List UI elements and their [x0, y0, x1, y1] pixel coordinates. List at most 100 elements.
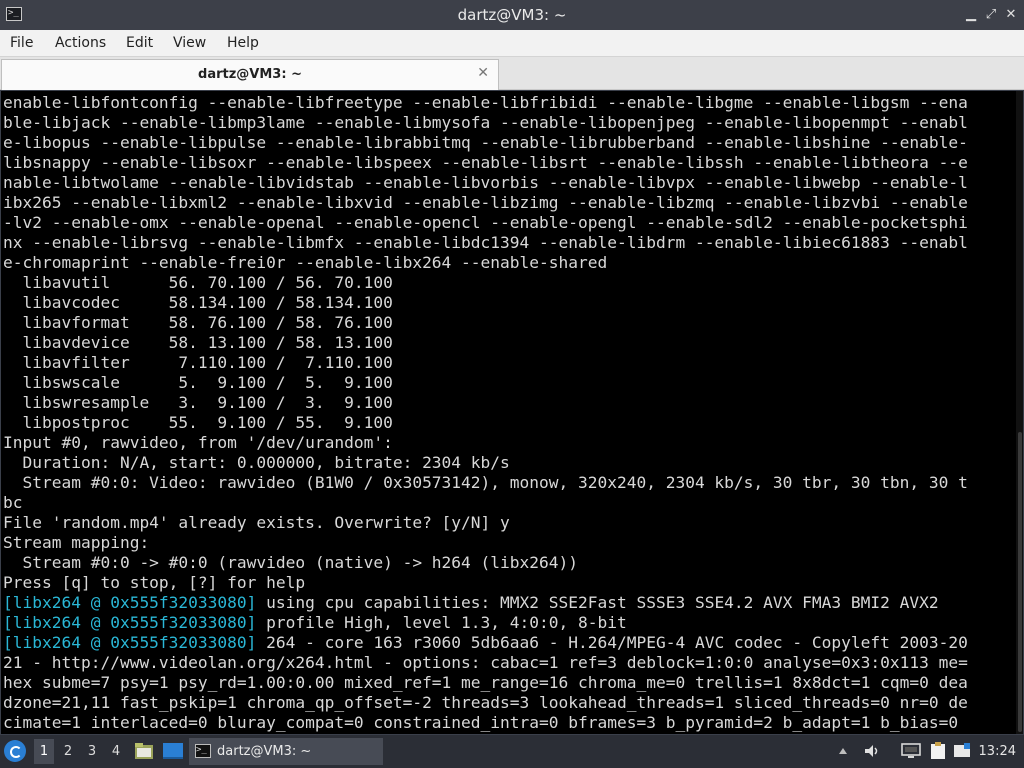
- line-text: libpostproc 55. 9.100 / 55. 9.100: [3, 413, 393, 432]
- close-button[interactable]: ✕: [1000, 0, 1022, 30]
- volume-icon[interactable]: [862, 742, 882, 760]
- line-text: e-libopus --enable-libpulse --enable-lib…: [3, 133, 968, 152]
- terminal-line: libavfilter 7.110.100 / 7.110.100: [3, 353, 968, 373]
- menu-help[interactable]: Help: [227, 30, 259, 56]
- log-tag: [libx264 @ 0x555f32033080]: [3, 613, 257, 632]
- terminal-line: ble-libjack --enable-libmp3lame --enable…: [3, 113, 968, 133]
- minimize-button[interactable]: ▁: [960, 0, 982, 30]
- line-text: libsnappy --enable-libsoxr --enable-libs…: [3, 153, 968, 172]
- terminal-line: e-libopus --enable-libpulse --enable-lib…: [3, 133, 968, 153]
- start-menu-icon[interactable]: [4, 740, 26, 762]
- line-text: libavcodec 58.134.100 / 58.134.100: [3, 293, 393, 312]
- line-text: ibx265 --enable-libxml2 --enable-libxvid…: [3, 193, 968, 212]
- line-text: using cpu capabilities: MMX2 SSE2Fast SS…: [256, 593, 939, 612]
- tab-bar: dartz@VM3: ~ ✕: [0, 57, 1024, 90]
- line-text: Duration: N/A, start: 0.000000, bitrate:…: [3, 453, 510, 472]
- line-text: libswresample 3. 9.100 / 3. 9.100: [3, 393, 393, 412]
- terminal-line: hex subme=7 psy=1 psy_rd=1.00:0.00 mixed…: [3, 673, 968, 693]
- line-text: Input #0, rawvideo, from '/dev/urandom':: [3, 433, 393, 452]
- line-text: profile High, level 1.3, 4:0:0, 8-bit: [256, 613, 627, 632]
- line-text: Stream mapping:: [3, 533, 150, 552]
- line-text: nx --enable-librsvg --enable-libmfx --en…: [3, 233, 968, 252]
- menu-view[interactable]: View: [173, 30, 206, 56]
- terminal-line: -lv2 --enable-omx --enable-openal --enab…: [3, 213, 968, 233]
- terminal-line: libsnappy --enable-libsoxr --enable-libs…: [3, 153, 968, 173]
- menubar: File Actions Edit View Help: [0, 30, 1024, 57]
- terminal-scrollbar[interactable]: [1016, 91, 1023, 734]
- line-text: libavdevice 58. 13.100 / 58. 13.100: [3, 333, 393, 352]
- line-text: 264 - core 163 r3060 5db6aa6 - H.264/MPE…: [256, 633, 968, 652]
- line-text: bc: [3, 493, 23, 512]
- network-icon[interactable]: [900, 742, 922, 760]
- terminal-line: Stream #0:0: Video: rawvideo (B1W0 / 0x3…: [3, 473, 968, 493]
- terminal-line: libavutil 56. 70.100 / 56. 70.100: [3, 273, 968, 293]
- terminal-line: libavcodec 58.134.100 / 58.134.100: [3, 293, 968, 313]
- terminal-line: Stream #0:0 -> #0:0 (rawvideo (native) -…: [3, 553, 968, 573]
- line-text: nable-libtwolame --enable-libvidstab --e…: [3, 173, 968, 192]
- terminal-line: dzone=21,11 fast_pskip=1 chroma_qp_offse…: [3, 693, 968, 713]
- terminal-line: [libx264 @ 0x555f32033080] profile High,…: [3, 613, 968, 633]
- line-text: libavutil 56. 70.100 / 56. 70.100: [3, 273, 393, 292]
- notification-icon[interactable]: [952, 742, 972, 760]
- taskbar: 1 2 3 4 >_ dartz@VM3: ~ 13:24: [0, 735, 1024, 768]
- terminal-line: [libx264 @ 0x555f32033080] 264 - core 16…: [3, 633, 968, 653]
- file-manager-icon[interactable]: [134, 742, 154, 760]
- line-text: cimate=1 interlaced=0 bluray_compat=0 co…: [3, 713, 959, 732]
- terminal-line: libswscale 5. 9.100 / 5. 9.100: [3, 373, 968, 393]
- line-text: Stream #0:0: Video: rawvideo (B1W0 / 0x3…: [3, 473, 968, 492]
- menu-edit[interactable]: Edit: [126, 30, 153, 56]
- terminal-line: libswresample 3. 9.100 / 3. 9.100: [3, 393, 968, 413]
- terminal-line: nx --enable-librsvg --enable-libmfx --en…: [3, 233, 968, 253]
- taskbar-item-terminal[interactable]: >_ dartz@VM3: ~: [189, 738, 383, 765]
- terminal-line: Input #0, rawvideo, from '/dev/urandom':: [3, 433, 968, 453]
- line-text: dzone=21,11 fast_pskip=1 chroma_qp_offse…: [3, 693, 968, 712]
- terminal-line: Press [q] to stop, [?] for help: [3, 573, 968, 593]
- terminal-area[interactable]: enable-libfontconfig --enable-libfreetyp…: [0, 90, 1024, 735]
- line-text: libavformat 58. 76.100 / 58. 76.100: [3, 313, 393, 332]
- terminal-line: ibx265 --enable-libxml2 --enable-libxvid…: [3, 193, 968, 213]
- workspace-2[interactable]: 2: [58, 739, 78, 764]
- line-text: enable-libfontconfig --enable-libfreetyp…: [3, 93, 968, 112]
- menu-actions[interactable]: Actions: [55, 30, 106, 56]
- clipboard-icon[interactable]: [928, 742, 948, 760]
- tray-up-arrow-icon[interactable]: [836, 742, 850, 760]
- terminal-line: nable-libtwolame --enable-libvidstab --e…: [3, 173, 968, 193]
- terminal-line: 21 - http://www.videolan.org/x264.html -…: [3, 653, 968, 673]
- window-titlebar[interactable]: >_ dartz@VM3: ~ ▁ ⤢ ✕: [0, 0, 1024, 30]
- terminal-line: libavformat 58. 76.100 / 58. 76.100: [3, 313, 968, 333]
- line-text: ble-libjack --enable-libmp3lame --enable…: [3, 113, 968, 132]
- line-text: File 'random.mp4' already exists. Overwr…: [3, 513, 510, 532]
- workspace-3[interactable]: 3: [82, 739, 102, 764]
- terminal-line: libpostproc 55. 9.100 / 55. 9.100: [3, 413, 968, 433]
- scrollbar-thumb[interactable]: [1018, 432, 1022, 732]
- line-text: Press [q] to stop, [?] for help: [3, 573, 306, 592]
- taskbar-clock[interactable]: 13:24: [979, 735, 1016, 768]
- terminal-line: [libx264 @ 0x555f32033080] using cpu cap…: [3, 593, 968, 613]
- line-text: Stream #0:0 -> #0:0 (rawvideo (native) -…: [3, 553, 578, 572]
- tab-label: dartz@VM3: ~: [198, 67, 302, 82]
- show-desktop-icon[interactable]: [162, 742, 183, 760]
- taskbar-item-label: dartz@VM3: ~: [217, 744, 312, 759]
- terminal-line: cimate=1 interlaced=0 bluray_compat=0 co…: [3, 713, 968, 733]
- line-text: e-chromaprint --enable-frei0r --enable-l…: [3, 253, 608, 272]
- line-text: hex subme=7 psy=1 psy_rd=1.00:0.00 mixed…: [3, 673, 968, 692]
- line-text: libavfilter 7.110.100 / 7.110.100: [3, 353, 393, 372]
- terminal-line: e-chromaprint --enable-frei0r --enable-l…: [3, 253, 968, 273]
- line-text: 21 - http://www.videolan.org/x264.html -…: [3, 653, 968, 672]
- terminal-line: File 'random.mp4' already exists. Overwr…: [3, 513, 968, 533]
- workspace-4[interactable]: 4: [106, 739, 126, 764]
- window-title: dartz@VM3: ~: [457, 6, 567, 24]
- maximize-button[interactable]: ⤢: [980, 0, 1002, 30]
- menu-file[interactable]: File: [10, 30, 33, 56]
- line-text: libswscale 5. 9.100 / 5. 9.100: [3, 373, 393, 392]
- log-tag: [libx264 @ 0x555f32033080]: [3, 593, 257, 612]
- line-text: -lv2 --enable-omx --enable-openal --enab…: [3, 213, 968, 232]
- terminal-line: Stream mapping:: [3, 533, 968, 553]
- tab-close-icon[interactable]: ✕: [477, 60, 489, 87]
- log-tag: [libx264 @ 0x555f32033080]: [3, 633, 257, 652]
- tab-terminal[interactable]: dartz@VM3: ~ ✕: [1, 59, 499, 90]
- terminal-task-icon: >_: [195, 744, 211, 758]
- terminal-line: Duration: N/A, start: 0.000000, bitrate:…: [3, 453, 968, 473]
- terminal-line: enable-libfontconfig --enable-libfreetyp…: [3, 93, 968, 113]
- workspace-1[interactable]: 1: [34, 739, 54, 764]
